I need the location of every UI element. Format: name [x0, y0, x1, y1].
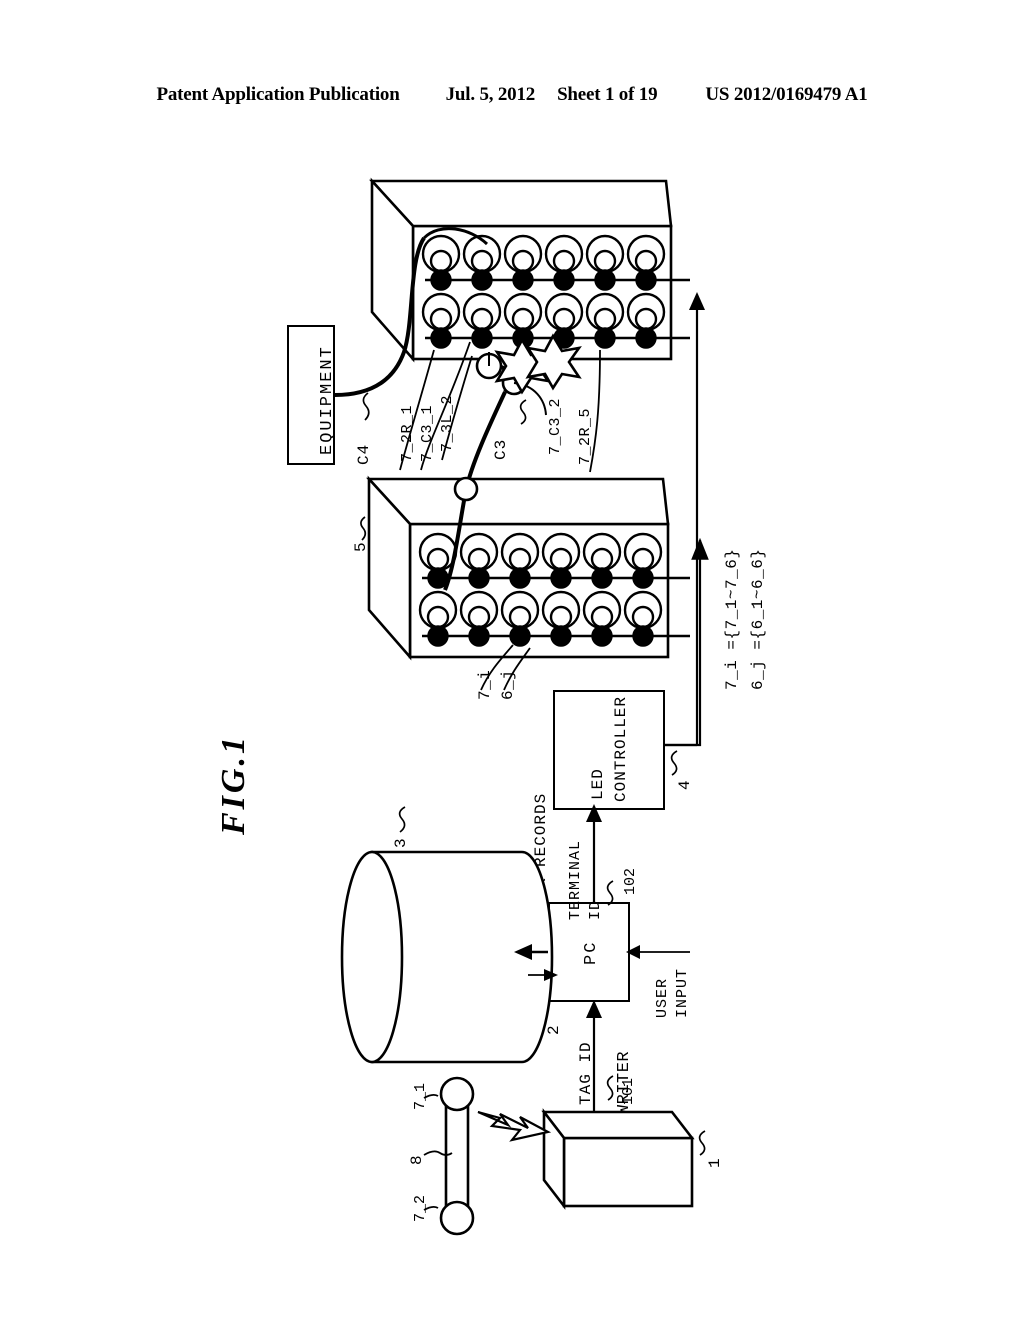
panel-element-group [462, 292, 502, 349]
panel-element-group [500, 590, 540, 647]
ref-squiggle-1 [698, 1130, 706, 1156]
user-input-label-line2: INPUT [674, 967, 691, 1018]
ref-squiggle-5 [360, 516, 367, 541]
panel-element-group [421, 292, 461, 349]
control-panel-bottom-ref: 5 [352, 542, 370, 552]
led-controller-wires [665, 537, 709, 747]
cable-assembly [439, 1076, 475, 1236]
panel-element-group [462, 234, 502, 291]
panel-element-group [421, 234, 461, 291]
wire-label-7-2r-1: 7_2R_1 [399, 404, 416, 462]
panel-element-group [418, 590, 458, 647]
ref-squiggle-c3 [519, 399, 527, 425]
led-controller-label-line1: LED [589, 768, 607, 800]
wire-label-7-2r-5: 7_2R_5 [577, 407, 594, 465]
terminal-id-label-line2: ID [587, 899, 604, 920]
header-publication-number: US 2012/0169479 A1 [705, 84, 868, 105]
control-panel-bottom-label-line2: PANEL [401, 542, 418, 595]
figure-title: FIG.1 [215, 734, 252, 835]
led-controller-ref: 4 [676, 780, 694, 790]
panel-element-group [503, 292, 543, 349]
control-panel-top-buses [425, 278, 690, 340]
rf-signal-bolt [477, 1110, 552, 1142]
panel-element-group [585, 292, 625, 349]
ref-squiggle-4 [670, 750, 678, 776]
cable-leaders [423, 1093, 453, 1211]
ref-squiggle-3 [398, 806, 406, 833]
control-panel-top-label-line2: PANEL [404, 242, 421, 295]
harness-connector-top-b [475, 352, 503, 380]
led-burst-star-2 [525, 333, 582, 391]
panel-element-group [500, 532, 540, 589]
database-item-work-procedure: ·WORK PROCEDURE [444, 902, 460, 1047]
panel-ref-six-j: 6_j [499, 669, 517, 700]
patent-figure-page: Patent Application Publication Jul. 5, 2… [0, 0, 1024, 1320]
panel-element-group [418, 532, 458, 589]
lead-7-c3-2 [513, 382, 547, 416]
harness-connector-top-c [501, 370, 527, 396]
cable-ref: 8 [408, 1155, 426, 1165]
tag-id-ref: 101 [620, 1077, 637, 1105]
publication-header: Patent Application Publication Jul. 5, 2… [0, 84, 1024, 106]
led-burst-star-1 [494, 337, 551, 395]
database-item-work-procedure-cont: INFORMATION [469, 941, 485, 1047]
control-panel-top-elements [421, 234, 666, 349]
panel-element-group [503, 234, 543, 291]
panel-ref-seven-i: 7_i [476, 669, 494, 700]
header-publication-title: Patent Application Publication [156, 84, 400, 105]
database-ref: 3 [392, 838, 410, 848]
tag-id-label: TAG ID [577, 1041, 595, 1105]
harness-into-top-panel [422, 227, 489, 246]
figure-line-art [334, 177, 709, 1236]
tag-id-arrow [586, 1000, 602, 1018]
panel-element-group [626, 234, 666, 291]
pc-ref: 2 [545, 1025, 563, 1035]
led-controller-block [553, 690, 665, 810]
control-panel-bottom-label-line1: CONTROL [383, 526, 400, 600]
database-item-rfid-information: ·RFID INFORMATION [417, 883, 433, 1047]
panel-element-group [626, 292, 666, 349]
header-date: Jul. 5, 2012 [445, 84, 536, 105]
wire-label-7-3l-2: 7_3L_2 [439, 394, 456, 452]
wire-label-c4: C4 [355, 443, 373, 465]
equipment-label: EQUIPMENT [318, 345, 337, 455]
panel-element-group [585, 234, 625, 291]
led-controller-label-line2: CONTROLLER [612, 695, 630, 802]
ref-squiggle-101 [606, 1075, 614, 1101]
panel-element-group [541, 590, 581, 647]
panel-element-group [544, 234, 584, 291]
work-records-label: WORK RECORDS [532, 792, 550, 920]
panel-element-group [459, 532, 499, 589]
user-input-label-line1: USER [654, 977, 671, 1018]
wire-label-7-c3-1: 7_C3_1 [419, 404, 436, 462]
panel-element-group [623, 532, 663, 589]
led-controller-out-arrow [689, 292, 705, 310]
wire-label-7-c3-2: 7_C3_2 [547, 397, 564, 455]
wire-label-c3: C3 [492, 438, 510, 460]
legend-line-2: 6_j ={6_1~6_6} [749, 548, 767, 690]
ref-squiggle-c4 [362, 392, 370, 421]
pc-label: PC [582, 940, 601, 965]
control-panel-top-label-line1: CONTROL [386, 226, 403, 300]
database-item-circuit-information: ·CIRCUIT INFORMATION [390, 854, 406, 1047]
cable-connector-bottom-label: 7_2 [412, 1194, 429, 1222]
control-panel-bottom-buses [422, 576, 690, 638]
terminal-id-label-line1: TERMINAL [567, 839, 584, 920]
header-sheet-number: Sheet 1 of 19 [557, 84, 658, 105]
panel-element-group [544, 292, 584, 349]
reader-writer-label: READER/WRITER [615, 1050, 634, 1190]
harness-connector-mid [453, 476, 479, 502]
panel-element-group [582, 590, 622, 647]
panel-element-group [582, 532, 622, 589]
panel-element-group [541, 532, 581, 589]
cable-connector-top-label: 7_1 [412, 1082, 429, 1110]
panel-element-group [623, 590, 663, 647]
legend-line-1: 7_i ={7_1~7_6} [723, 548, 741, 690]
panel-element-group [459, 590, 499, 647]
reader-writer-ref: 1 [706, 1158, 724, 1168]
db-write-arrow [514, 944, 532, 960]
terminal-id-ref: 102 [622, 867, 639, 895]
harness-c3-upper [497, 364, 512, 394]
control-panel-bottom-elements [418, 532, 663, 647]
